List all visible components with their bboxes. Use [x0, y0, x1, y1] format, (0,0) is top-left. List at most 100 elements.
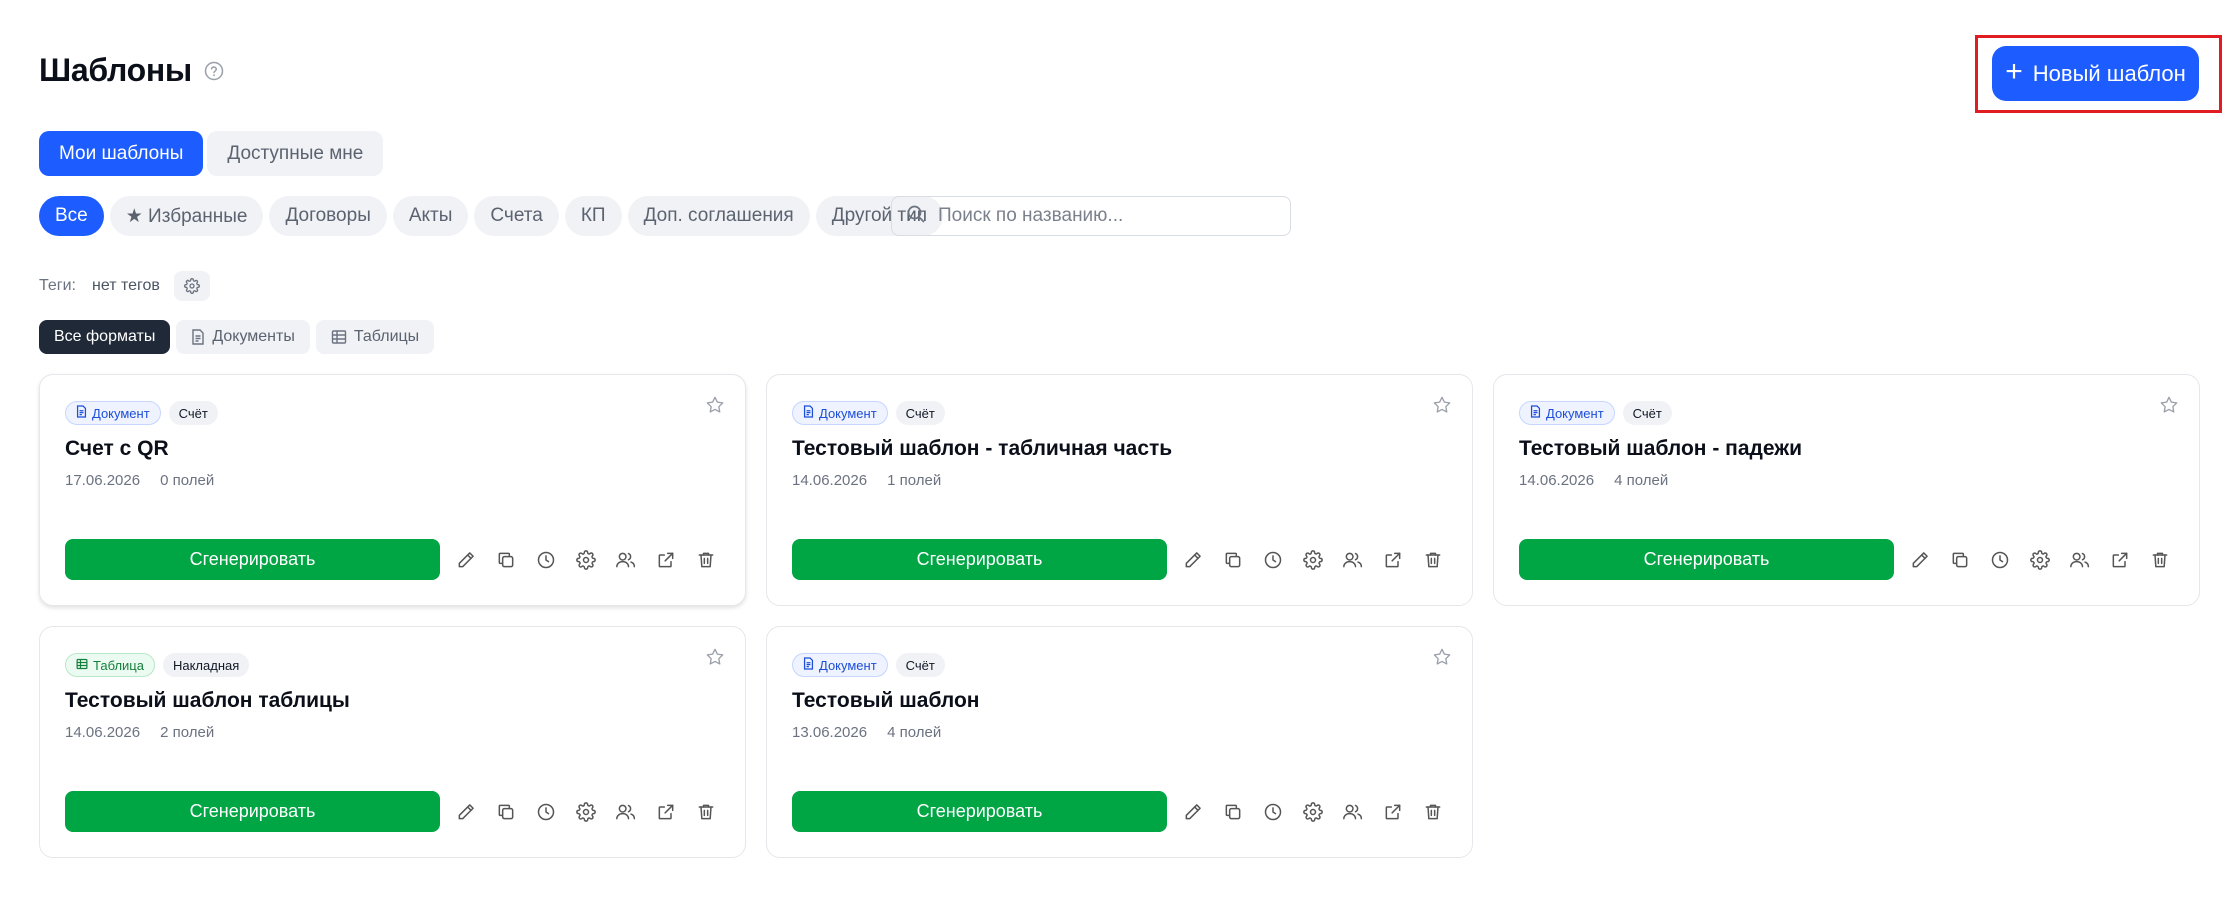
trash-icon[interactable]	[694, 800, 718, 824]
filter-acts[interactable]: Акты	[392, 196, 469, 236]
star-icon[interactable]	[1432, 647, 1452, 672]
settings-icon[interactable]	[1301, 800, 1325, 824]
document-icon	[1530, 405, 1541, 421]
edit-icon[interactable]	[1908, 548, 1932, 572]
settings-icon[interactable]	[2028, 548, 2052, 572]
table-icon	[76, 658, 88, 673]
type-badge: Счёт	[895, 401, 945, 425]
edit-icon[interactable]	[454, 548, 478, 572]
settings-icon[interactable]	[1301, 548, 1325, 572]
tags-value: нет тегов	[92, 277, 160, 294]
card-meta: 14.06.2026 4 полей	[1519, 472, 1668, 489]
star-icon[interactable]	[1432, 395, 1452, 420]
trash-icon[interactable]	[1421, 800, 1445, 824]
tags-settings-button[interactable]	[173, 271, 210, 301]
star-icon[interactable]	[2159, 395, 2179, 420]
trash-icon[interactable]	[2148, 548, 2172, 572]
filter-all[interactable]: Все	[39, 196, 104, 236]
format-tables-label: Таблицы	[353, 328, 420, 345]
external-link-icon[interactable]	[1381, 800, 1405, 824]
page-title-text: Шаблоны	[39, 52, 192, 88]
new-template-button[interactable]: + Новый шаблон	[1992, 46, 2199, 101]
format-documents[interactable]: Документы	[176, 320, 310, 354]
new-template-label: Новый шаблон	[2032, 60, 2186, 86]
history-icon[interactable]	[1261, 548, 1285, 572]
star-icon[interactable]	[705, 395, 725, 420]
history-icon[interactable]	[1988, 548, 2012, 572]
tab-shared-with-me[interactable]: Доступные мне	[207, 131, 384, 176]
external-link-icon[interactable]	[1381, 548, 1405, 572]
format-badge: Документ	[1519, 401, 1615, 425]
format-all[interactable]: Все форматы	[39, 320, 171, 354]
copy-icon[interactable]	[494, 800, 518, 824]
format-badge: Таблица	[65, 653, 155, 677]
format-tables[interactable]: Таблицы	[315, 320, 435, 354]
generate-button[interactable]: Сгенерировать	[65, 791, 440, 832]
card-badges: Документ Счёт	[1519, 401, 1672, 425]
card-date: 17.06.2026	[65, 472, 141, 489]
external-link-icon[interactable]	[654, 800, 678, 824]
settings-icon[interactable]	[574, 800, 598, 824]
history-icon[interactable]	[1261, 800, 1285, 824]
type-badge: Счёт	[895, 653, 945, 677]
search-input[interactable]	[938, 205, 1278, 227]
trash-icon[interactable]	[1421, 548, 1445, 572]
card-title: Тестовый шаблон - табличная часть	[792, 437, 1173, 460]
edit-icon[interactable]	[454, 800, 478, 824]
star-icon[interactable]	[705, 647, 725, 672]
history-icon[interactable]	[534, 548, 558, 572]
filter-addenda[interactable]: Доп. соглашения	[627, 196, 810, 236]
card-badges: Документ Счёт	[792, 653, 945, 677]
users-icon[interactable]	[2068, 548, 2092, 572]
users-icon[interactable]	[1341, 548, 1365, 572]
document-icon	[76, 405, 87, 421]
edit-icon[interactable]	[1181, 548, 1205, 572]
generate-button[interactable]: Сгенерировать	[1519, 539, 1894, 580]
tags-label: Теги:	[39, 277, 76, 294]
tab-my-templates[interactable]: Мои шаблоны	[39, 131, 204, 176]
copy-icon[interactable]	[1948, 548, 1972, 572]
copy-icon[interactable]	[1221, 548, 1245, 572]
external-link-icon[interactable]	[654, 548, 678, 572]
trash-icon[interactable]	[694, 548, 718, 572]
history-icon[interactable]	[534, 800, 558, 824]
card-actions	[1908, 548, 2172, 572]
filter-kp[interactable]: КП	[564, 196, 622, 236]
help-icon[interactable]	[204, 61, 224, 81]
card-title: Тестовый шаблон - падежи	[1519, 437, 1803, 460]
card-date: 14.06.2026	[1519, 472, 1595, 489]
document-icon	[76, 405, 87, 418]
generate-button[interactable]: Сгенерировать	[65, 539, 440, 580]
gear-icon	[183, 278, 200, 294]
generate-button[interactable]: Сгенерировать	[792, 791, 1167, 832]
card-date: 14.06.2026	[792, 472, 868, 489]
type-badge: Счёт	[1622, 401, 1672, 425]
edit-icon[interactable]	[1181, 800, 1205, 824]
card-title: Тестовый шаблон таблицы	[65, 689, 350, 712]
card-fields-count: 4 полей	[1614, 472, 1669, 489]
settings-icon[interactable]	[574, 548, 598, 572]
search-icon	[906, 204, 926, 229]
users-icon[interactable]	[1341, 800, 1365, 824]
copy-icon[interactable]	[494, 548, 518, 572]
search-box	[891, 196, 1291, 236]
card-actions	[1181, 800, 1445, 824]
card-actions	[454, 800, 718, 824]
plus-icon: +	[2005, 55, 2023, 88]
format-badge-label: Таблица	[93, 657, 144, 673]
format-badge-label: Документ	[819, 657, 877, 673]
users-icon[interactable]	[614, 548, 638, 572]
page-title: Шаблоны	[39, 52, 224, 89]
external-link-icon[interactable]	[2108, 548, 2132, 572]
users-icon[interactable]	[614, 800, 638, 824]
filter-invoices[interactable]: Счета	[474, 196, 559, 236]
card-badges: Документ Счёт	[65, 401, 218, 425]
format-badge: Документ	[65, 401, 161, 425]
format-badge-label: Документ	[1546, 405, 1604, 421]
table-icon	[76, 658, 88, 669]
copy-icon[interactable]	[1221, 800, 1245, 824]
filter-contracts[interactable]: Договоры	[269, 196, 387, 236]
generate-button[interactable]: Сгенерировать	[792, 539, 1167, 580]
card-title: Тестовый шаблон	[792, 689, 980, 712]
filter-favorites[interactable]: ★ Избранные	[109, 196, 264, 236]
